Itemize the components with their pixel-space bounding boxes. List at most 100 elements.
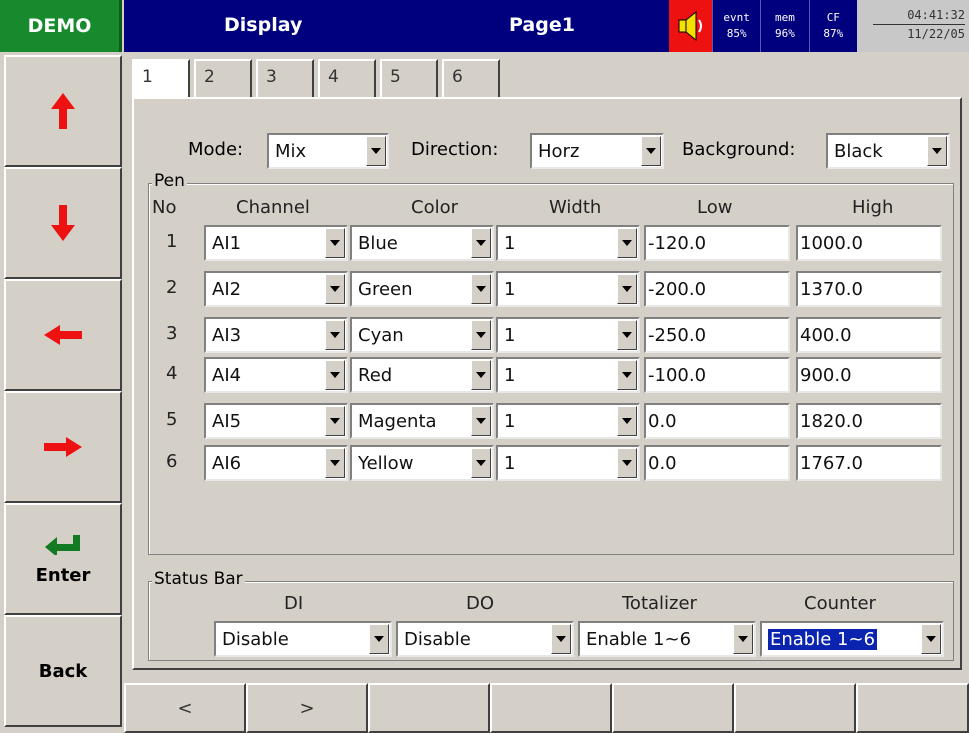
chevron-down-icon[interactable] <box>369 624 389 654</box>
pen-low-input[interactable]: 0.0 <box>644 403 790 439</box>
enter-button[interactable]: Enter <box>4 503 122 615</box>
pen-color-select[interactable]: Magenta <box>350 403 494 439</box>
di-value: Disable <box>222 629 289 650</box>
prev-button[interactable]: < <box>124 683 246 733</box>
pen-width-select[interactable]: 1 <box>496 271 640 307</box>
pen-high-input[interactable]: 1370.0 <box>796 271 942 307</box>
tab-6[interactable]: 6 <box>442 59 500 97</box>
status-indicators: evnt 85% mem 96% CF 87% <box>712 0 857 52</box>
chevron-down-icon[interactable] <box>471 228 491 258</box>
chevron-down-icon[interactable] <box>325 320 345 350</box>
chevron-down-icon[interactable] <box>617 320 637 350</box>
pen-number: 3 <box>166 323 178 344</box>
chevron-down-icon[interactable] <box>927 136 947 166</box>
chevron-down-icon[interactable] <box>617 360 637 390</box>
function-button-4[interactable] <box>490 683 612 733</box>
pen-channel-select[interactable]: AI1 <box>204 225 348 261</box>
chevron-down-icon[interactable] <box>641 136 661 166</box>
tab-4[interactable]: 4 <box>318 59 376 97</box>
direction-select[interactable]: Horz <box>530 133 664 169</box>
chevron-down-icon[interactable] <box>471 448 491 478</box>
chevron-down-icon[interactable] <box>617 406 637 436</box>
function-button-6[interactable] <box>734 683 856 733</box>
chevron-down-icon[interactable] <box>617 448 637 478</box>
mode-select[interactable]: Mix <box>267 133 389 169</box>
pen-color-select[interactable]: Green <box>350 271 494 307</box>
tab-5[interactable]: 5 <box>380 59 438 97</box>
chevron-down-icon[interactable] <box>325 406 345 436</box>
pen-high-input[interactable]: 1000.0 <box>796 225 942 261</box>
pen-channel-select[interactable]: AI6 <box>204 445 348 481</box>
clock-date: 11/22/05 <box>873 24 965 43</box>
display-settings-panel: Mode: Mix Direction: Horz Background: Bl… <box>132 97 962 670</box>
pen-color-select[interactable]: Yellow <box>350 445 494 481</box>
pen-channel-select[interactable]: AI5 <box>204 403 348 439</box>
speaker-icon[interactable] <box>669 0 712 52</box>
function-button-5[interactable] <box>612 683 734 733</box>
pen-color-select[interactable]: Cyan <box>350 317 494 353</box>
chevron-down-icon[interactable] <box>733 624 753 654</box>
event-usage: evnt 85% <box>712 0 760 52</box>
counter-select[interactable]: Enable 1~6 <box>760 621 944 657</box>
left-nav: Enter Back <box>0 55 124 727</box>
chevron-down-icon[interactable] <box>471 274 491 304</box>
pen-color-select[interactable]: Red <box>350 357 494 393</box>
chevron-down-icon[interactable] <box>471 406 491 436</box>
chevron-down-icon[interactable] <box>617 228 637 258</box>
pen-channel-select[interactable]: AI4 <box>204 357 348 393</box>
totalizer-select[interactable]: Enable 1~6 <box>578 621 756 657</box>
pen-low-input[interactable]: -200.0 <box>644 271 790 307</box>
pen-channel-select[interactable]: AI2 <box>204 271 348 307</box>
background-select[interactable]: Black <box>826 133 950 169</box>
pen-high-input[interactable]: 1820.0 <box>796 403 942 439</box>
top-bar: DEMO Display Page1 evnt 85% mem 96% CF 8… <box>0 0 969 52</box>
pen-color-value: Magenta <box>358 411 437 432</box>
di-select[interactable]: Disable <box>214 621 392 657</box>
pen-low-input[interactable]: -250.0 <box>644 317 790 353</box>
pen-width-select[interactable]: 1 <box>496 317 640 353</box>
pen-group-title: Pen <box>152 171 187 191</box>
chevron-down-icon[interactable] <box>471 320 491 350</box>
chevron-down-icon[interactable] <box>325 228 345 258</box>
function-button-7[interactable] <box>856 683 969 733</box>
demo-logo: DEMO <box>0 0 122 52</box>
function-button-3[interactable] <box>368 683 490 733</box>
pen-low-input[interactable]: 0.0 <box>644 445 790 481</box>
clock-time: 04:41:32 <box>907 8 965 22</box>
tab-2[interactable]: 2 <box>194 59 252 97</box>
pen-channel-select[interactable]: AI3 <box>204 317 348 353</box>
back-label: Back <box>38 660 88 682</box>
pen-low-input[interactable]: -120.0 <box>644 225 790 261</box>
pen-low-input[interactable]: -100.0 <box>644 357 790 393</box>
tab-3[interactable]: 3 <box>256 59 314 97</box>
next-button[interactable]: > <box>246 683 368 733</box>
chevron-down-icon[interactable] <box>551 624 571 654</box>
do-select[interactable]: Disable <box>396 621 574 657</box>
pen-high-input[interactable]: 400.0 <box>796 317 942 353</box>
chevron-down-icon[interactable] <box>325 274 345 304</box>
chevron-down-icon[interactable] <box>617 274 637 304</box>
mode-value: Mix <box>275 141 307 162</box>
down-button[interactable] <box>4 167 122 279</box>
arrow-left-icon <box>44 325 82 345</box>
pen-high-input[interactable]: 900.0 <box>796 357 942 393</box>
pen-width-select[interactable]: 1 <box>496 445 640 481</box>
back-button[interactable]: Back <box>4 615 122 727</box>
left-button[interactable] <box>4 279 122 391</box>
chevron-down-icon[interactable] <box>325 360 345 390</box>
pen-high-input[interactable]: 1767.0 <box>796 445 942 481</box>
pen-width-select[interactable]: 1 <box>496 357 640 393</box>
chevron-down-icon[interactable] <box>366 136 386 166</box>
pen-width-select[interactable]: 1 <box>496 403 640 439</box>
up-button[interactable] <box>4 55 122 167</box>
chevron-down-icon[interactable] <box>325 448 345 478</box>
chevron-down-icon[interactable] <box>921 624 941 654</box>
tab-1[interactable]: 1 <box>132 59 190 99</box>
right-button[interactable] <box>4 391 122 503</box>
stat-label: CF <box>826 11 840 24</box>
pen-width-value: 1 <box>504 453 516 474</box>
pen-width-select[interactable]: 1 <box>496 225 640 261</box>
pen-width-value: 1 <box>504 279 516 300</box>
chevron-down-icon[interactable] <box>471 360 491 390</box>
pen-color-select[interactable]: Blue <box>350 225 494 261</box>
